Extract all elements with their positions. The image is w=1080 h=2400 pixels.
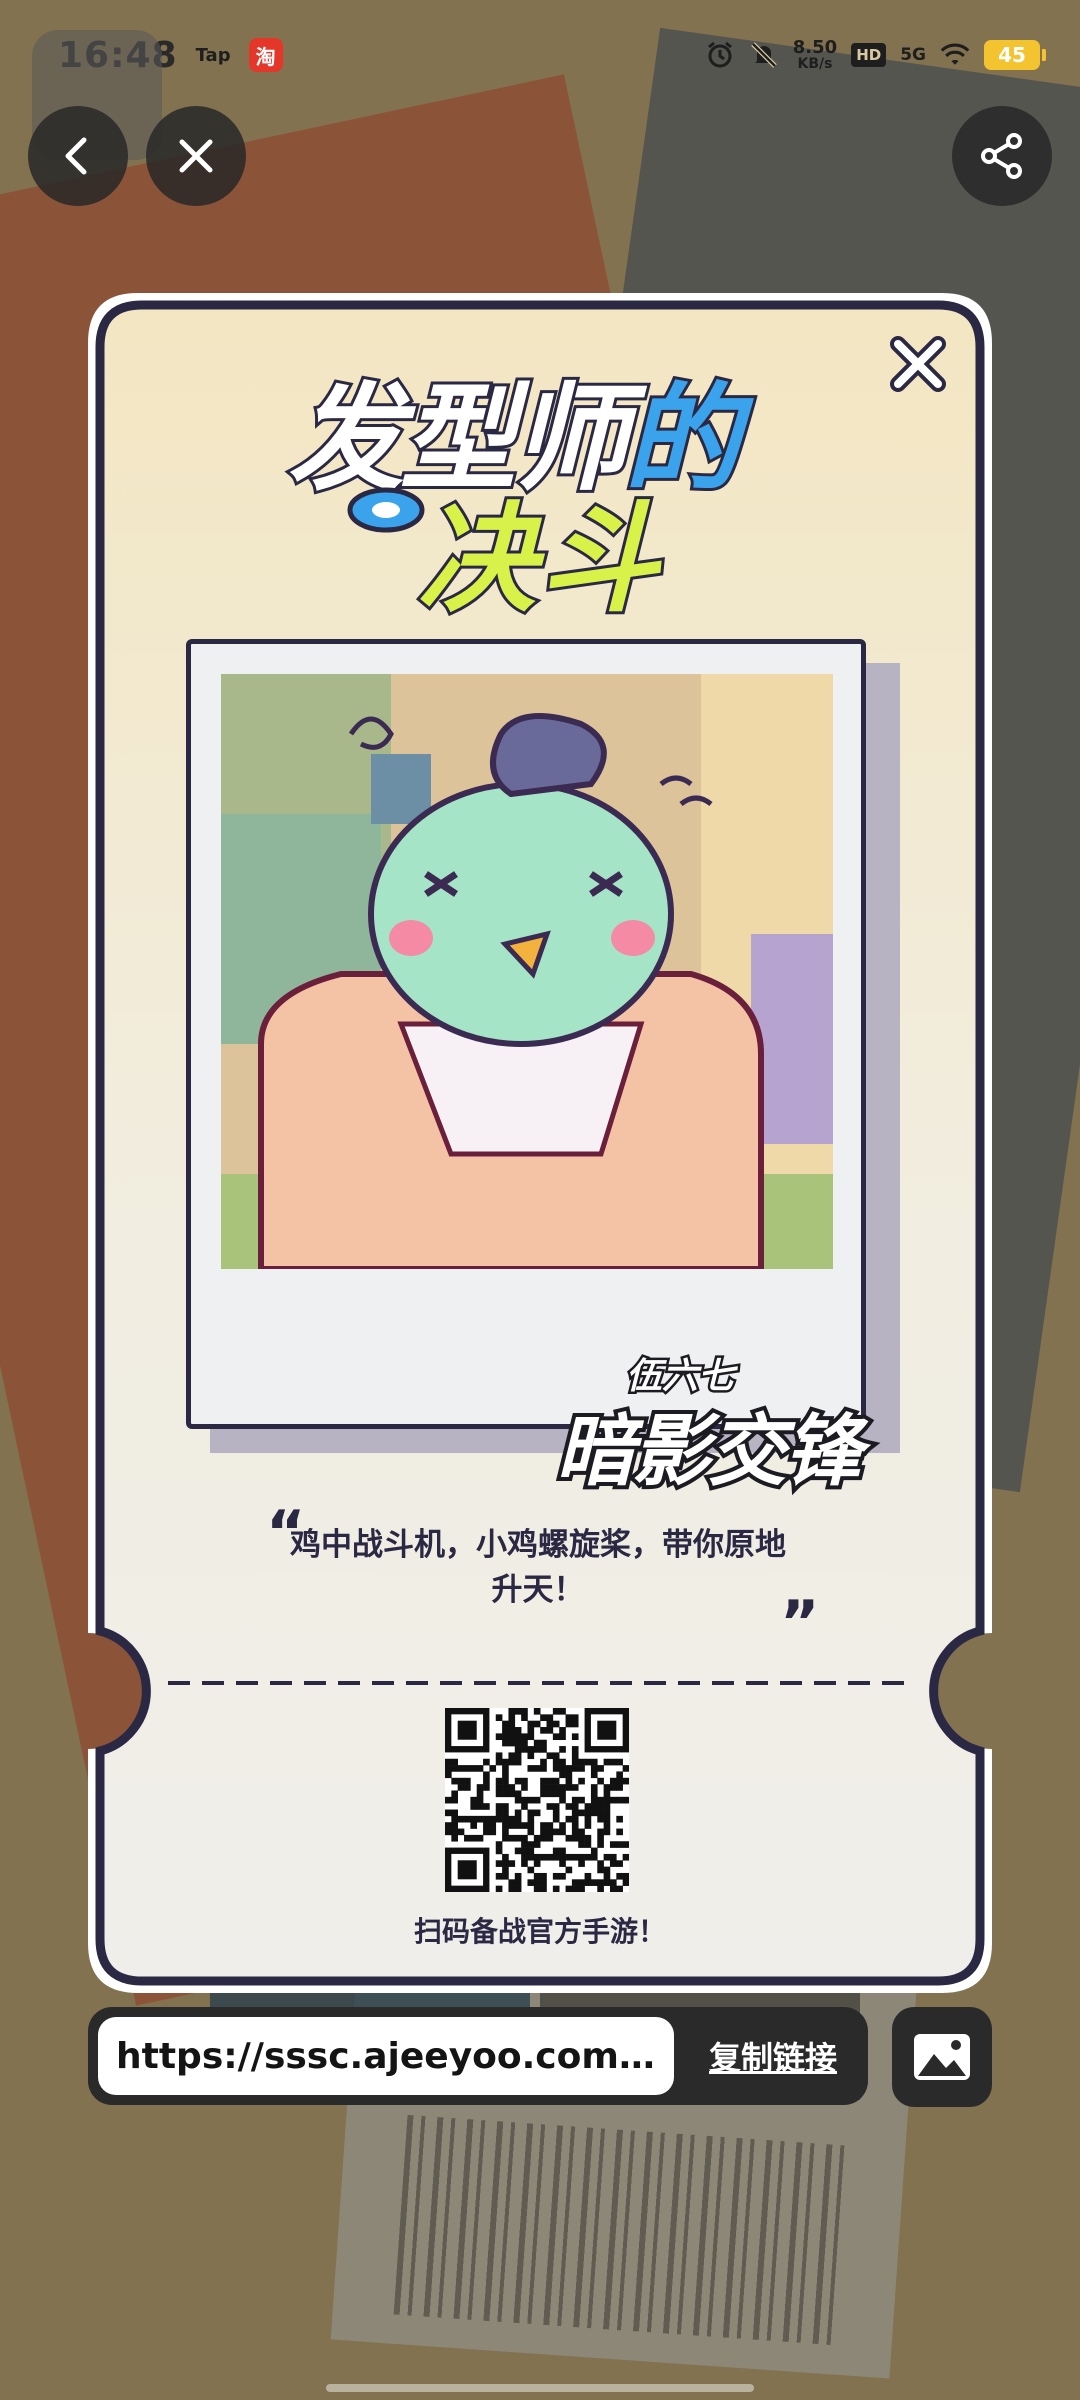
status-bar: 16:48 Tap 淘 8.50 KB/s HD 5G 45	[0, 0, 1080, 110]
logo-disc-icon	[347, 487, 425, 533]
brand-name-big: 暗影交锋	[552, 1403, 866, 1501]
battery-indicator: 45	[984, 40, 1046, 70]
character-photo-frame	[186, 639, 866, 1429]
copy-link-button[interactable]: 复制链接	[698, 2007, 848, 2105]
close-button[interactable]	[146, 106, 246, 206]
home-indicator[interactable]	[326, 2384, 754, 2392]
status-right: 8.50 KB/s HD 5G 45	[705, 37, 1046, 72]
card-close-button[interactable]	[883, 329, 953, 399]
close-icon	[890, 336, 946, 392]
image-icon	[914, 2034, 970, 2080]
network-speed-value: 8.50	[792, 37, 838, 58]
logo-title-line2: 决斗	[415, 487, 663, 631]
hd-badge: HD	[851, 43, 887, 67]
save-image-button[interactable]	[892, 2007, 992, 2107]
wifi-icon	[940, 40, 970, 70]
chevron-left-icon	[65, 137, 87, 175]
network-type: 5G	[900, 44, 926, 65]
mute-bell-icon	[749, 40, 779, 70]
share-card: 发型师的 决斗 伍六七 暗影交锋 “ 鸡中战斗机，小鸡螺旋桨，带你原地升天！ ”…	[88, 293, 992, 1993]
network-speed: 8.50 KB/s	[792, 37, 838, 72]
character-quote: 鸡中战斗机，小鸡螺旋桨，带你原地升天！	[290, 1527, 786, 1608]
game-logo: 发型师的 决斗	[268, 345, 808, 631]
brand-stamp: 伍六七 暗影交锋	[552, 1341, 916, 1511]
share-url-text: https://sssc.ajeeyoo.com/h5...	[116, 2035, 656, 2077]
alarm-icon	[705, 40, 735, 70]
share-icon	[981, 133, 1022, 179]
qr-code	[445, 1708, 629, 1892]
status-app-label: Tap	[195, 44, 231, 66]
back-button[interactable]	[28, 106, 128, 206]
share-button[interactable]	[952, 106, 1052, 206]
qr-caption: 扫码备战官方手游！	[413, 1915, 666, 1948]
network-speed-unit: KB/s	[797, 56, 833, 72]
taobao-notification-icon: 淘	[248, 38, 283, 72]
quote-close-mark: ”	[780, 1588, 820, 1658]
character-pixel-art	[221, 674, 833, 1269]
share-link-bar: https://sssc.ajeeyoo.com/h5... 复制链接	[88, 2007, 868, 2105]
close-icon	[179, 139, 213, 173]
share-url-field[interactable]: https://sssc.ajeeyoo.com/h5...	[98, 2017, 674, 2095]
